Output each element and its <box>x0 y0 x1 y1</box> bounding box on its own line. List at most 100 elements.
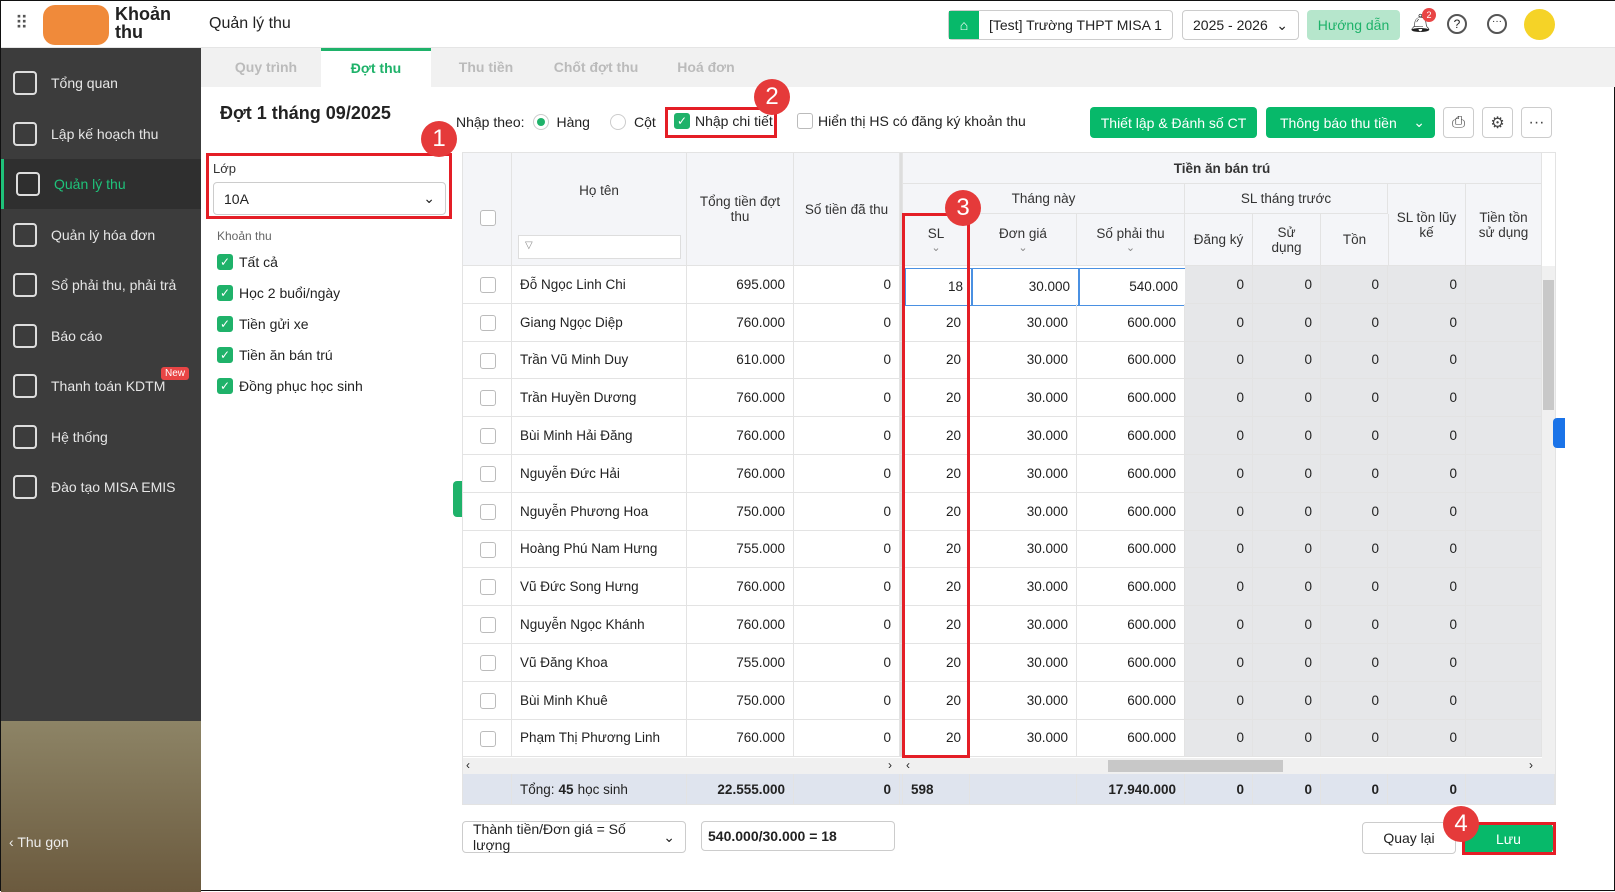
formula-result-input[interactable]: 540.000/30.000 = 18 <box>701 821 895 851</box>
scrollbar-thumb[interactable] <box>1108 760 1283 772</box>
amount-due-input[interactable]: 600.000 <box>1077 644 1185 682</box>
unit-price-input[interactable]: 30.000 <box>970 417 1077 455</box>
unit-price-input[interactable]: 30.000 <box>970 379 1077 418</box>
unit-price-input[interactable]: 30.000 <box>970 681 1077 720</box>
row-checkbox[interactable] <box>480 541 496 558</box>
sidebar-item[interactable]: Báo cáo <box>1 311 201 361</box>
unit-price-input[interactable]: 30.000 <box>972 268 1079 306</box>
collapse-button[interactable]: ‹ Thu gọn <box>9 834 69 850</box>
side-panel-handle[interactable] <box>1553 418 1565 448</box>
paid-amount[interactable]: 0 <box>794 341 900 380</box>
paid-amount[interactable]: 0 <box>794 266 900 304</box>
unit-price-input[interactable]: 30.000 <box>970 341 1077 380</box>
amount-due-input[interactable]: 600.000 <box>1077 492 1185 531</box>
row-checkbox[interactable] <box>480 352 496 369</box>
tab[interactable]: Chốt đợt thu <box>541 48 651 87</box>
guide-button[interactable]: Hướng dẫn <box>1307 10 1400 40</box>
row-checkbox[interactable] <box>480 692 496 709</box>
row-checkbox[interactable] <box>480 277 496 293</box>
paid-amount[interactable]: 0 <box>794 568 900 607</box>
sidebar-item[interactable]: Tổng quan <box>1 58 201 108</box>
unit-price-input[interactable]: 30.000 <box>970 719 1077 758</box>
amount-due-input[interactable]: 600.000 <box>1077 606 1185 644</box>
amount-due-input[interactable]: 540.000 <box>1079 268 1187 306</box>
row-checkbox[interactable] <box>480 655 496 671</box>
unit-price-input[interactable]: 30.000 <box>970 644 1077 682</box>
amount-due-input[interactable]: 600.000 <box>1077 719 1185 758</box>
header-due[interactable]: Số phải thu ⌄ <box>1077 214 1185 266</box>
paid-amount[interactable]: 0 <box>794 681 900 720</box>
row-checkbox[interactable] <box>480 390 496 407</box>
row-checkbox[interactable] <box>480 579 496 596</box>
chevron-down-icon[interactable]: ⌄ <box>1018 241 1027 254</box>
collapse-panel-handle[interactable] <box>453 481 462 517</box>
chevron-left-icon[interactable]: ‹ <box>466 758 470 772</box>
radio-row[interactable] <box>532 114 549 130</box>
setup-button[interactable]: Thiết lập & Đánh số CT <box>1090 107 1257 138</box>
paid-amount[interactable]: 0 <box>794 530 900 569</box>
sidebar-item[interactable]: Quản lý hóa đơn <box>1 210 201 260</box>
more-button[interactable]: ··· <box>1521 107 1552 138</box>
chevron-right-icon[interactable]: › <box>1529 758 1533 772</box>
paid-amount[interactable]: 0 <box>794 455 900 493</box>
amount-due-input[interactable]: 600.000 <box>1077 417 1185 455</box>
amount-due-input[interactable]: 600.000 <box>1077 455 1185 493</box>
sidebar-item[interactable]: Sổ phải thu, phải trả <box>1 260 201 310</box>
avatar[interactable] <box>1524 9 1555 40</box>
paid-amount[interactable]: 0 <box>794 719 900 758</box>
unit-price-input[interactable]: 30.000 <box>970 303 1077 342</box>
row-checkbox[interactable] <box>480 428 496 445</box>
select-all-checkbox[interactable] <box>480 210 496 226</box>
year-select[interactable]: 2025 - 2026 ⌄ <box>1182 10 1299 40</box>
sidebar-item[interactable]: Thanh toán KDTM New <box>1 361 201 411</box>
more-icon[interactable]: ··· <box>1487 14 1507 34</box>
fee-checkbox[interactable]: ✓ <box>217 285 233 301</box>
header-price[interactable]: Đơn giá ⌄ <box>970 214 1077 266</box>
amount-due-input[interactable]: 600.000 <box>1077 303 1185 342</box>
amount-due-input[interactable]: 600.000 <box>1077 568 1185 607</box>
school-selector[interactable]: ⌂ [Test] Trường THPT MISA 1 <box>948 10 1173 40</box>
name-filter-input[interactable]: ▽ <box>518 235 681 259</box>
row-checkbox[interactable] <box>480 730 496 747</box>
row-checkbox[interactable] <box>480 466 496 482</box>
notify-button[interactable]: Thông báo thu tiền ⌄ <box>1266 107 1435 138</box>
unit-price-input[interactable]: 30.000 <box>970 568 1077 607</box>
show-registered-checkbox[interactable] <box>797 113 813 129</box>
amount-due-input[interactable]: 600.000 <box>1077 530 1185 569</box>
paid-amount[interactable]: 0 <box>794 379 900 418</box>
unit-price-input[interactable]: 30.000 <box>970 606 1077 644</box>
fee-checkbox[interactable]: ✓ <box>217 347 233 363</box>
horizontal-scrollbar[interactable]: ‹ › ‹ › <box>463 758 1555 774</box>
fee-checkbox[interactable]: ✓ <box>217 316 233 332</box>
sidebar-item[interactable]: Hệ thống <box>1 412 201 462</box>
tab[interactable]: Thu tiền <box>431 48 541 87</box>
vertical-scrollbar[interactable] <box>1542 266 1555 758</box>
sidebar-item[interactable]: Quản lý thu <box>1 159 201 209</box>
row-checkbox[interactable] <box>480 314 496 331</box>
tab[interactable]: Đợt thu <box>321 48 431 87</box>
paid-amount[interactable]: 0 <box>794 303 900 342</box>
unit-price-input[interactable]: 30.000 <box>970 530 1077 569</box>
scrollbar-thumb[interactable] <box>1543 280 1554 410</box>
chevron-right-icon[interactable]: › <box>888 758 892 772</box>
formula-select[interactable]: Thành tiền/Đơn giá = Số lượng ⌄ <box>462 821 686 853</box>
chevron-left-icon[interactable]: ‹ <box>906 758 910 772</box>
radio-col[interactable] <box>609 114 626 130</box>
sidebar-item[interactable]: Đào tạo MISA EMIS <box>1 462 201 512</box>
row-checkbox[interactable] <box>480 617 496 634</box>
unit-price-input[interactable]: 30.000 <box>970 492 1077 531</box>
chevron-down-icon[interactable]: ⌄ <box>1413 114 1425 131</box>
paid-amount[interactable]: 0 <box>794 644 900 682</box>
help-icon[interactable]: ? <box>1447 14 1467 34</box>
sidebar-item[interactable]: Lập kế hoạch thu <box>1 109 201 159</box>
paid-amount[interactable]: 0 <box>794 417 900 455</box>
settings-button[interactable]: ⚙ <box>1482 107 1513 138</box>
paid-amount[interactable]: 0 <box>794 606 900 644</box>
print-button[interactable]: ⎙ <box>1443 107 1474 138</box>
amount-due-input[interactable]: 600.000 <box>1077 379 1185 418</box>
amount-due-input[interactable]: 600.000 <box>1077 341 1185 380</box>
amount-due-input[interactable]: 600.000 <box>1077 681 1185 720</box>
fee-checkbox[interactable]: ✓ <box>217 378 233 394</box>
fee-checkbox[interactable]: ✓ <box>217 254 233 270</box>
row-checkbox[interactable] <box>480 503 496 520</box>
